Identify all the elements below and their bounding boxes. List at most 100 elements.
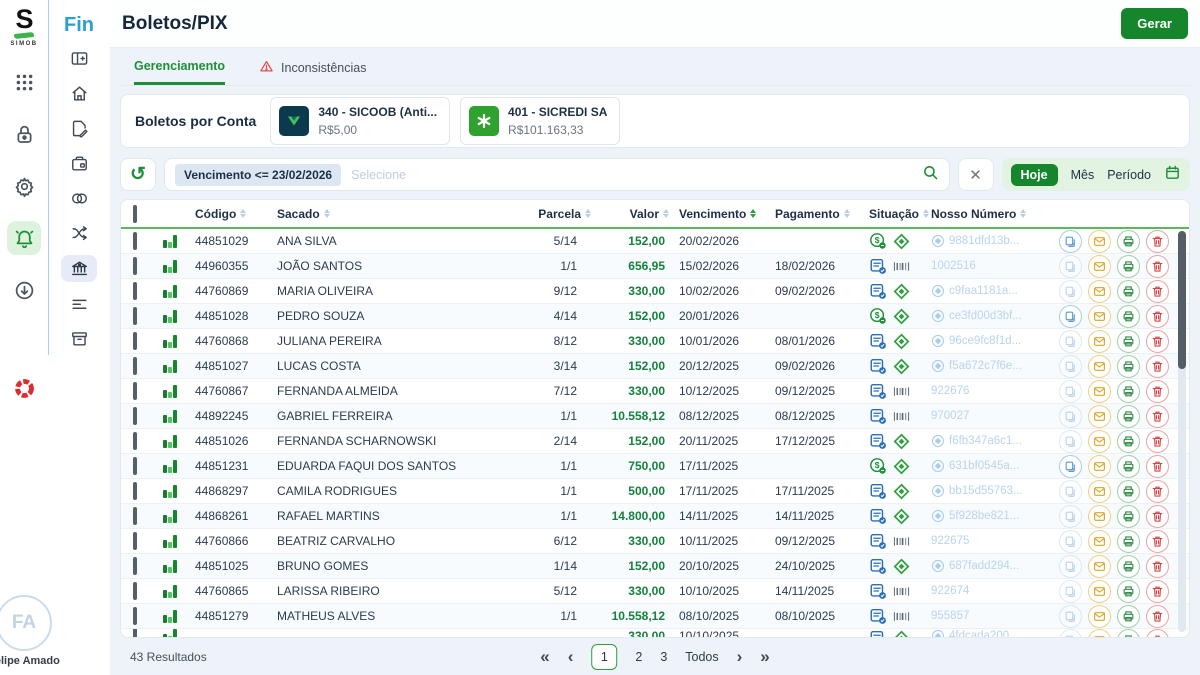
send-email-button[interactable] (1088, 430, 1111, 453)
panel-toggle-icon[interactable] (61, 45, 97, 72)
print-button[interactable] (1117, 480, 1140, 503)
row-checkbox[interactable] (133, 357, 137, 375)
row-checkbox[interactable] (133, 282, 137, 300)
print-button[interactable] (1117, 629, 1140, 637)
prev-page-button[interactable]: ‹ (568, 648, 574, 665)
row-checkbox[interactable] (133, 629, 137, 637)
select-all-checkbox[interactable] (133, 205, 137, 223)
copy-document-button[interactable] (1059, 629, 1082, 637)
download-circle-icon[interactable] (7, 273, 41, 307)
apps-grid-icon[interactable] (7, 65, 41, 99)
account-card-sicoob[interactable]: 340 - SICOOB (Anti... R$5,00 (270, 97, 450, 145)
send-email-button[interactable] (1088, 629, 1111, 637)
row-checkbox[interactable] (133, 257, 137, 275)
copy-document-button[interactable] (1059, 330, 1082, 353)
copy-document-button[interactable] (1059, 405, 1082, 428)
scrollbar-thumb[interactable] (1178, 231, 1186, 369)
archive-box-icon[interactable] (61, 325, 97, 352)
shuffle-icon[interactable] (61, 220, 97, 247)
copy-document-button[interactable] (1059, 480, 1082, 503)
filter-search-input[interactable]: Vencimento <= 23/02/2026 Selecione (164, 158, 950, 191)
print-button[interactable] (1117, 405, 1140, 428)
calendar-icon[interactable] (1164, 164, 1181, 186)
print-button[interactable] (1117, 430, 1140, 453)
row-checkbox[interactable] (133, 482, 137, 500)
period-option-hoje[interactable]: Hoje (1011, 164, 1058, 186)
settings-gear-icon[interactable] (7, 169, 41, 203)
col-situacao[interactable]: Situação (869, 207, 931, 221)
row-checkbox[interactable] (133, 382, 137, 400)
print-button[interactable] (1117, 380, 1140, 403)
delete-button[interactable] (1146, 430, 1169, 453)
list-icon[interactable] (61, 290, 97, 317)
notifications-bell-icon[interactable] (7, 221, 41, 255)
page-1-button[interactable]: 1 (591, 644, 617, 670)
copy-document-button[interactable] (1059, 605, 1082, 628)
copy-document-button[interactable] (1059, 430, 1082, 453)
print-button[interactable] (1117, 255, 1140, 278)
row-checkbox[interactable] (133, 607, 137, 625)
print-button[interactable] (1117, 305, 1140, 328)
delete-button[interactable] (1146, 355, 1169, 378)
first-page-button[interactable]: « (540, 648, 549, 665)
send-email-button[interactable] (1088, 530, 1111, 553)
tab-gerenciamento[interactable]: Gerenciamento (134, 50, 225, 85)
print-button[interactable] (1117, 605, 1140, 628)
search-icon[interactable] (922, 164, 939, 186)
row-checkbox[interactable] (133, 407, 137, 425)
account-card-sicredi[interactable]: 401 - SICREDI SA R$101.163,33 (460, 97, 620, 145)
print-button[interactable] (1117, 555, 1140, 578)
delete-button[interactable] (1146, 255, 1169, 278)
delete-button[interactable] (1146, 405, 1169, 428)
delete-button[interactable] (1146, 305, 1169, 328)
row-checkbox[interactable] (133, 332, 137, 350)
send-email-button[interactable] (1088, 230, 1111, 253)
col-pagamento[interactable]: Pagamento (775, 207, 869, 221)
document-edit-icon[interactable] (61, 115, 97, 142)
delete-button[interactable] (1146, 605, 1169, 628)
copy-document-button[interactable] (1059, 355, 1082, 378)
delete-button[interactable] (1146, 480, 1169, 503)
print-button[interactable] (1117, 455, 1140, 478)
delete-button[interactable] (1146, 629, 1169, 637)
clear-filter-button[interactable]: ✕ (958, 158, 994, 191)
send-email-button[interactable] (1088, 380, 1111, 403)
row-checkbox[interactable] (133, 457, 137, 475)
period-option-periodo[interactable]: Período (1107, 168, 1151, 182)
delete-button[interactable] (1146, 555, 1169, 578)
send-email-button[interactable] (1088, 255, 1111, 278)
reset-history-button[interactable]: ↺ (120, 158, 156, 191)
row-checkbox[interactable] (133, 432, 137, 450)
send-email-button[interactable] (1088, 455, 1111, 478)
send-email-button[interactable] (1088, 480, 1111, 503)
copy-document-button[interactable] (1059, 380, 1082, 403)
copy-document-button[interactable] (1059, 455, 1082, 478)
copy-document-button[interactable] (1059, 580, 1082, 603)
support-lifebuoy-icon[interactable] (7, 371, 41, 405)
bank-icon[interactable] (61, 255, 97, 282)
send-email-button[interactable] (1088, 580, 1111, 603)
print-button[interactable] (1117, 355, 1140, 378)
delete-button[interactable] (1146, 580, 1169, 603)
lock-icon[interactable] (7, 117, 41, 151)
page-2-button[interactable]: 2 (635, 650, 642, 664)
delete-button[interactable] (1146, 530, 1169, 553)
next-page-button[interactable]: › (737, 648, 743, 665)
generate-button[interactable]: Gerar (1121, 8, 1188, 39)
print-button[interactable] (1117, 530, 1140, 553)
send-email-button[interactable] (1088, 330, 1111, 353)
row-checkbox[interactable] (133, 232, 137, 250)
print-button[interactable] (1117, 330, 1140, 353)
col-codigo[interactable]: Código (195, 207, 277, 221)
row-checkbox[interactable] (133, 557, 137, 575)
copy-document-button[interactable] (1059, 280, 1082, 303)
delete-button[interactable] (1146, 230, 1169, 253)
row-checkbox[interactable] (133, 507, 137, 525)
row-checkbox[interactable] (133, 307, 137, 325)
wallet-icon[interactable] (61, 150, 97, 177)
col-valor[interactable]: Valor (591, 207, 679, 221)
send-email-button[interactable] (1088, 555, 1111, 578)
page-todos-button[interactable]: Todos (685, 650, 718, 664)
copy-document-button[interactable] (1059, 555, 1082, 578)
col-sacado[interactable]: Sacado (277, 207, 531, 221)
